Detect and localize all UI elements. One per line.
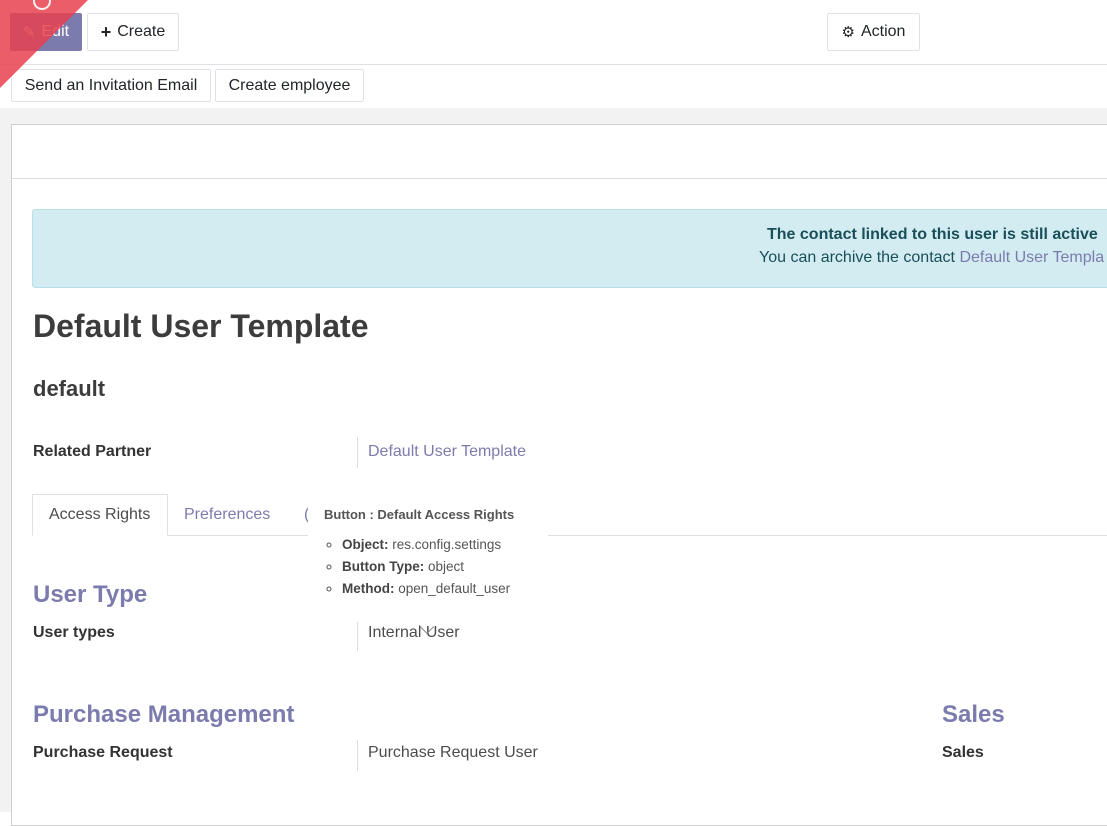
create-employee-button[interactable]: Create employee [215,69,364,102]
send-invitation-button[interactable]: Send an Invitation Email [11,69,211,102]
create-employee-label: Create employee [228,76,351,94]
user-types-value[interactable]: Internal User [368,624,460,642]
pencil-icon: ✎ [22,23,36,41]
tooltip-key: Method: [342,581,395,596]
create-button-label: Create [117,23,166,40]
tooltip-value: open_default_user [398,581,511,596]
related-partner-link[interactable]: Default User Template [368,443,526,461]
user-types-label: User types [33,624,115,641]
section-title-sales: Sales [942,701,1005,728]
alert-message: You can archive the contact [759,249,955,266]
section-title-user-type: User Type [33,581,148,608]
record-title: Default User Template [33,308,369,344]
edit-button-label: Edit [41,23,70,40]
field-separator [357,622,358,651]
gear-icon: ⚙ [841,23,855,41]
send-invitation-label: Send an Invitation Email [24,76,198,94]
tooltip-item: Method: open_default_user [342,580,510,597]
action-button-label: Action [860,23,906,40]
control-panel-divider [0,64,1107,65]
alert-title: The contact linked to this user is still… [767,226,1098,243]
tooltip-key: Button Type: [342,559,425,574]
purchase-request-value[interactable]: Purchase Request User [368,744,538,762]
alert-contact-link[interactable]: Default User Templa [959,249,1104,266]
tab-access-rights-label: Access Rights [49,506,151,523]
related-partner-label: Related Partner [33,443,152,460]
tooltip-value: res.config.settings [392,537,502,552]
sheet-header-divider [12,178,1107,179]
tab-preferences[interactable]: Preferences [168,494,286,536]
action-button[interactable]: ⚙ Action [827,13,920,51]
tooltip-list: Object: res.config.settings Button Type:… [324,536,510,602]
section-title-purchase: Purchase Management [33,701,295,728]
tooltip-item: Object: res.config.settings [342,536,510,553]
plus-icon: + [100,22,112,42]
alert-text: You can archive the contact Default User… [759,249,1104,267]
button-tooltip: Button : Default Access Rights Object: r… [308,494,548,614]
sales-label: Sales [942,744,984,761]
edit-button[interactable]: ✎ Edit [10,13,82,51]
tooltip-item: Button Type: object [342,558,510,575]
debug-icon [33,0,51,10]
field-separator [357,437,358,468]
field-separator [357,740,358,771]
purchase-request-label: Purchase Request [33,744,173,761]
tooltip-key: Object: [342,537,389,552]
tab-access-rights[interactable]: Access Rights [32,494,168,536]
record-login: default [33,376,106,401]
tooltip-value: object [428,559,465,574]
tooltip-title: Button : Default Access Rights [324,507,515,522]
tab-preferences-label: Preferences [184,506,271,523]
create-button[interactable]: + Create [87,13,179,51]
